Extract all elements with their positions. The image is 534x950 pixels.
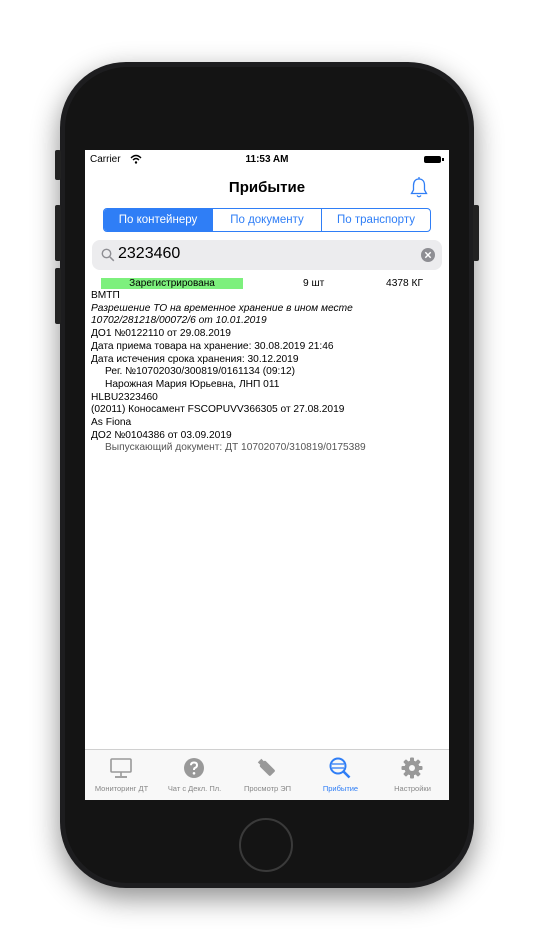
tab-label-settings: Настройки	[394, 784, 431, 793]
app-screen: Carrier 11:53 AM Прибытие По контейнеру …	[85, 150, 449, 800]
tab-label-chat: Чат с Декл. Пл.	[167, 784, 222, 793]
monitor-icon	[110, 758, 132, 778]
segment-by-document[interactable]: По документу	[212, 209, 321, 231]
storage-accept-date: Дата приема товара на хранение: 30.08.20…	[91, 340, 334, 352]
tab-label-monitoring: Мониторинг ДТ	[94, 784, 149, 793]
terminal-name: ВМТП	[91, 290, 120, 301]
arrival-record[interactable]: Зарегистрирована 9 шт 4378 КГ ВМТП Разре…	[91, 278, 443, 455]
status-bar: Carrier 11:53 AM	[85, 150, 449, 172]
battery-icon	[424, 156, 444, 163]
storage-expiry-date: Дата истечения срока хранения: 30.12.201…	[91, 353, 299, 365]
tab-arrival[interactable]: Прибытие	[304, 750, 377, 800]
do1-number: ДО1 №0122110 от 29.08.2019	[91, 328, 231, 340]
page-title: Прибытие	[228, 179, 306, 196]
release-document: Выпускающий документ: ДТ 10702070/310819…	[105, 442, 366, 454]
tab-chat[interactable]: Чат с Декл. Пл.	[158, 750, 231, 800]
tab-monitoring[interactable]: Мониторинг ДТ	[85, 750, 158, 800]
weight-value: 4378 КГ	[386, 278, 423, 289]
search-globe-icon	[329, 757, 351, 779]
volume-up-button	[55, 205, 61, 261]
clear-search-icon[interactable]	[421, 248, 435, 262]
bell-icon[interactable]	[407, 176, 431, 200]
registration-number: Рег. №10702030/300819/0161134 (09:12)	[105, 366, 296, 378]
tab-bar: Мониторинг ДТ Чат с Декл. Пл. Просмотр Э…	[85, 749, 449, 800]
inspector-name: Нарожная Мария Юрьевна, ЛНП 011	[105, 378, 280, 390]
quantity-value: 9 шт	[303, 278, 325, 289]
search-input[interactable]: 2323460	[118, 245, 180, 263]
tab-signature-view[interactable]: Просмотр ЭП	[231, 750, 304, 800]
power-button	[473, 205, 479, 261]
status-badge: Зарегистрирована	[101, 278, 243, 289]
search-icon	[101, 248, 115, 262]
record-header-row: Зарегистрирована 9 шт 4378 КГ	[91, 278, 443, 290]
gear-icon	[401, 757, 423, 779]
tab-label-arrival: Прибытие	[322, 784, 359, 793]
do2-number: ДО2 №0104386 от 03.09.2019	[91, 429, 232, 441]
bill-of-lading: (02011) Коносамент FSCOPUVV366305 от 27.…	[91, 404, 345, 416]
home-button[interactable]	[239, 818, 293, 872]
search-bar[interactable]: 2323460	[92, 240, 442, 270]
tab-label-signature-view: Просмотр ЭП	[243, 784, 292, 793]
segment-by-container[interactable]: По контейнеру	[104, 209, 212, 231]
volume-down-button	[55, 268, 61, 324]
status-time: 11:53 AM	[245, 154, 289, 165]
mute-switch	[55, 150, 61, 180]
tab-settings[interactable]: Настройки	[376, 750, 449, 800]
search-mode-segmented-control: По контейнеру По документу По транспорту	[103, 208, 431, 232]
help-circle-icon	[184, 758, 204, 778]
segment-by-transport[interactable]: По транспорту	[321, 209, 430, 231]
permit-number: 10702/281218/00072/6 от 10.01.2019	[91, 315, 267, 327]
container-number: HLBU2323460	[91, 391, 158, 403]
vessel-name: As Fiona	[91, 417, 132, 429]
usb-key-icon	[257, 758, 275, 776]
permit-title: Разрешение ТО на временное хранение в ин…	[91, 302, 353, 314]
